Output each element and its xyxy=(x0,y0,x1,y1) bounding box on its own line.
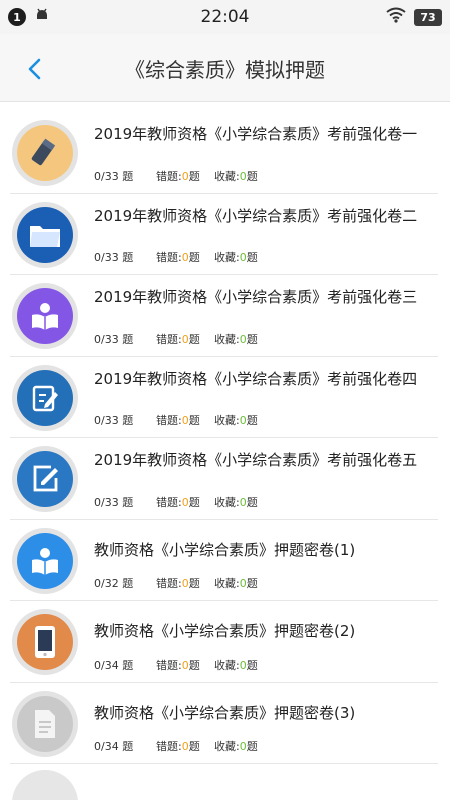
wrong-count: 错题:0题 xyxy=(156,332,200,346)
favorite-count: 收藏:0题 xyxy=(214,414,258,427)
list-item[interactable]: 2019年教师资格《小学综合素质》考前强化卷二 0/33 题 错题:0题 收藏:… xyxy=(10,194,438,275)
item-meta: 0/33 题 错题:0题 收藏:0题 xyxy=(94,331,258,347)
item-meta: 0/33 题 错题:0题 收藏:0题 xyxy=(94,494,258,510)
item-meta: 0/34 题 错题:0题 收藏:0题 xyxy=(94,657,258,673)
progress-count: 0/33 题 xyxy=(94,332,134,346)
list-item[interactable]: 2019年教师资格《小学综合素质》考前强化卷三 0/33 题 错题:0题 收藏:… xyxy=(10,275,438,357)
progress-count: 0/33 题 xyxy=(94,169,134,183)
item-title: 教师资格《小学综合素质》押题密卷(1) xyxy=(94,540,356,559)
item-title: 2019年教师资格《小学综合素质》考前强化卷二 xyxy=(94,206,418,225)
list-item[interactable]: 2019年教师资格《小学综合素质》考前强化卷五 0/33 题 错题:0题 收藏:… xyxy=(10,438,438,520)
avatar xyxy=(12,770,78,800)
avatar xyxy=(12,364,78,431)
favorite-count: 收藏:0题 xyxy=(214,658,258,672)
list-item[interactable]: 教师资格《小学综合素质》押题密卷(3) 0/34 题 错题:0题 收藏:0题 xyxy=(10,683,438,764)
nav-bar: 《综合素质》模拟押题 xyxy=(0,34,450,102)
progress-count: 0/34 题 xyxy=(94,658,134,672)
wrong-count: 错题:0题 xyxy=(156,658,200,672)
wrong-count: 错题:0题 xyxy=(156,169,200,183)
item-meta: 0/34 题 错题:0题 收藏:0题 xyxy=(94,738,258,754)
item-meta: 0/33 题 错题:0题 收藏:0题 xyxy=(94,412,258,428)
list-item[interactable]: 2019年教师资格《小学综合素质》考前强化卷四 0/33 题 错题:0题 收藏:… xyxy=(10,357,438,438)
status-bar: 1 22:04 73 xyxy=(0,0,450,34)
item-title: 2019年教师资格《小学综合素质》考前强化卷一 xyxy=(94,125,418,143)
favorite-count: 收藏:0题 xyxy=(214,495,258,509)
avatar xyxy=(12,201,78,268)
favorite-count: 收藏:0题 xyxy=(214,169,258,183)
list-item[interactable]: 教师资格《小学综合素质》押题密卷(1) 0/32 题 错题:0题 收藏:0题 xyxy=(10,520,438,601)
note-edit-icon xyxy=(17,369,73,426)
edit-square-icon xyxy=(17,451,73,507)
progress-count: 0/33 题 xyxy=(94,495,134,509)
page-title: 《综合素质》模拟押题 xyxy=(125,58,325,82)
item-meta: 0/32 题 错题:0题 收藏:0题 xyxy=(94,575,258,591)
progress-count: 0/33 题 xyxy=(94,251,134,264)
progress-count: 0/32 题 xyxy=(94,577,134,590)
document-icon xyxy=(17,695,73,752)
item-title: 2019年教师资格《小学综合素质》考前强化卷四 xyxy=(94,369,418,388)
avatar xyxy=(12,283,78,349)
item-meta: 0/33 题 错题:0题 收藏:0题 xyxy=(94,249,258,265)
list-item[interactable]: 2019年教师资格《小学综合素质》考前强化卷一 0/33 题 错题:0题 收藏:… xyxy=(10,112,438,194)
reader-icon xyxy=(17,288,73,344)
item-title: 2019年教师资格《小学综合素质》考前强化卷三 xyxy=(94,288,418,306)
wrong-count: 错题:0题 xyxy=(156,577,200,590)
battery-icon: 73 xyxy=(414,8,442,26)
favorite-count: 收藏:0题 xyxy=(214,740,258,753)
exam-list: 2019年教师资格《小学综合素质》考前强化卷一 0/33 题 错题:0题 收藏:… xyxy=(0,112,450,764)
pencil-eraser-icon xyxy=(17,125,73,181)
favorite-count: 收藏:0题 xyxy=(214,577,258,590)
avatar xyxy=(12,527,78,594)
favorite-count: 收藏:0题 xyxy=(214,251,258,264)
item-title: 教师资格《小学综合素质》押题密卷(2) xyxy=(94,622,356,640)
wrong-count: 错题:0题 xyxy=(156,495,200,509)
phone-icon xyxy=(17,614,73,670)
avatar xyxy=(12,690,78,757)
status-time: 22:04 xyxy=(200,7,250,27)
wrong-count: 错题:0题 xyxy=(156,414,200,427)
item-meta: 0/33 题 错题:0题 收藏:0题 xyxy=(94,168,258,184)
progress-count: 0/34 题 xyxy=(94,740,134,753)
reader-icon xyxy=(17,532,73,589)
chevron-left-icon xyxy=(28,58,41,80)
wrong-count: 错题:0题 xyxy=(156,740,200,753)
progress-count: 0/33 题 xyxy=(94,414,134,427)
avatar xyxy=(12,446,78,512)
avatar xyxy=(12,609,78,675)
folder-icon xyxy=(17,206,73,263)
list-item[interactable]: 教师资格《小学综合素质》押题密卷(2) 0/34 题 错题:0题 收藏:0题 xyxy=(10,601,438,683)
back-button[interactable] xyxy=(18,54,52,84)
wrong-count: 错题:0题 xyxy=(156,251,200,264)
item-title: 教师资格《小学综合素质》押题密卷(3) xyxy=(94,703,356,722)
avatar xyxy=(12,120,78,186)
favorite-count: 收藏:0题 xyxy=(214,332,258,346)
wifi-icon xyxy=(386,7,406,27)
item-title: 2019年教师资格《小学综合素质》考前强化卷五 xyxy=(94,451,418,469)
